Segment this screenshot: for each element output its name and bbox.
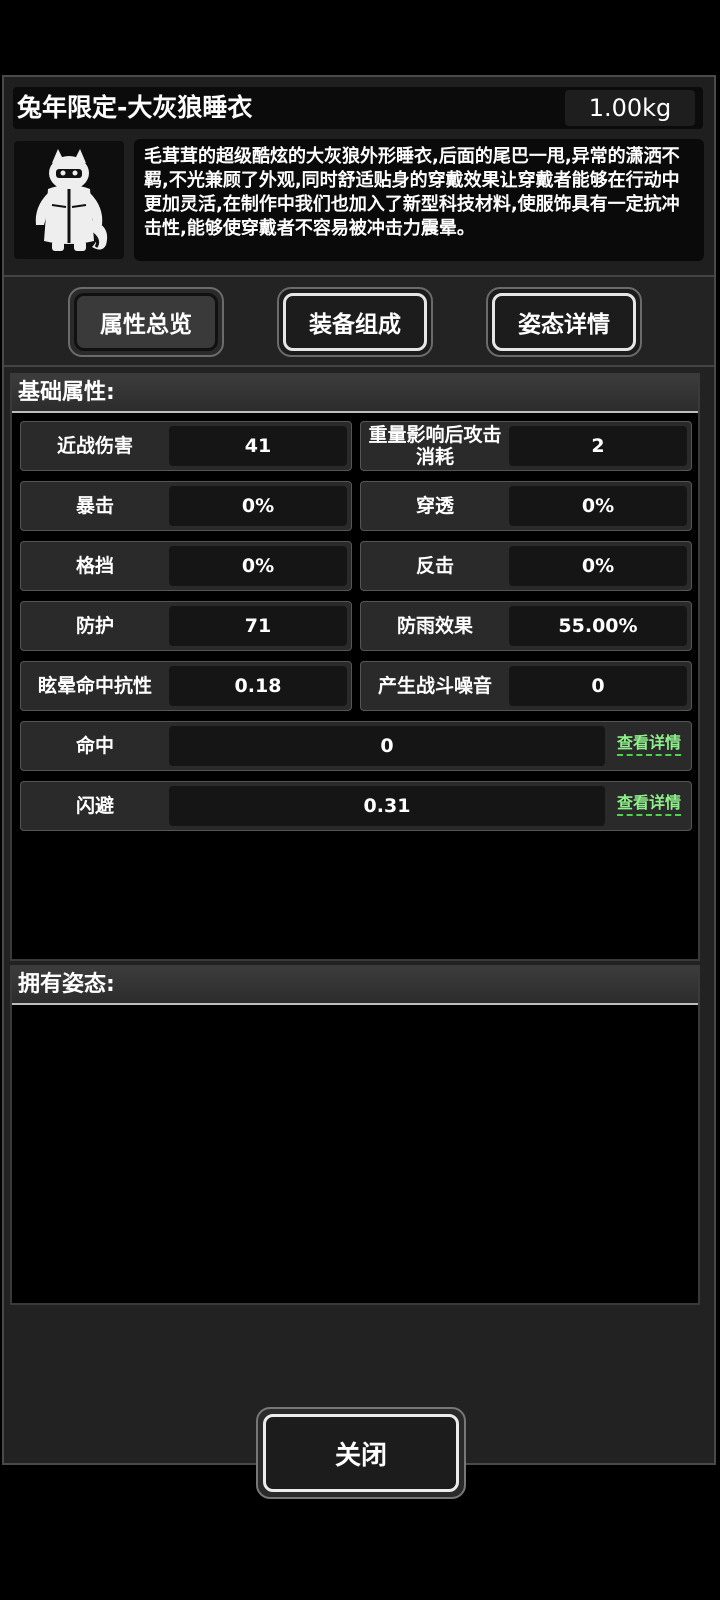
stat-counter: 反击 0% — [360, 541, 692, 591]
stances-section: 拥有姿态: — [10, 965, 700, 1305]
item-title: 兔年限定-大灰狼睡衣 — [17, 93, 253, 122]
tab-label: 装备组成 — [283, 293, 427, 351]
stat-value: 0.18 — [169, 666, 347, 706]
stat-value: 0% — [509, 486, 687, 526]
stat-block: 格挡 0% — [20, 541, 352, 591]
stat-label: 防护 — [75, 615, 114, 637]
stat-value: 0.31 — [169, 786, 605, 826]
stat-attack-cost: 重量影响后攻击消耗 2 — [360, 421, 692, 471]
stat-label: 重量影响后攻击消耗 — [368, 424, 502, 468]
stat-label: 眩晕命中抗性 — [37, 675, 152, 697]
stat-value: 0 — [169, 726, 605, 766]
basic-attributes-title: 基础属性: — [12, 375, 698, 413]
stat-label: 反击 — [415, 555, 454, 577]
stat-value: 0% — [169, 546, 347, 586]
stat-penetration: 穿透 0% — [360, 481, 692, 531]
stat-dodge: 闪避 0.31 查看详情 — [20, 781, 692, 831]
stat-label: 产生战斗噪音 — [377, 675, 492, 697]
stat-label: 近战伤害 — [56, 435, 133, 457]
stat-value: 55.00% — [509, 606, 687, 646]
close-button[interactable]: 关闭 — [256, 1407, 466, 1499]
tab-stance-details[interactable]: 姿态详情 — [486, 287, 642, 357]
item-description: 毛茸茸的超级酷炫的大灰狼外形睡衣,后面的尾巴一甩,异常的潇洒不羁,不光兼顾了外观… — [134, 139, 704, 261]
stat-value: 0% — [509, 546, 687, 586]
stat-label: 闪避 — [75, 795, 114, 817]
title-bar: 兔年限定-大灰狼睡衣 1.00kg — [13, 87, 703, 129]
stat-value: 0 — [509, 666, 687, 706]
wolf-pajamas-icon — [14, 141, 124, 259]
basic-attributes-section: 基础属性: 近战伤害 41 重量影响后攻击消耗 2 暴击 0% 穿透 0% 格挡… — [10, 373, 700, 961]
stat-label: 格挡 — [75, 555, 114, 577]
tab-bar: 属性总览 装备组成 姿态详情 — [4, 277, 714, 367]
stat-label: 防雨效果 — [396, 615, 473, 637]
stat-value: 2 — [509, 426, 687, 466]
stat-value: 0% — [169, 486, 347, 526]
dodge-details-link[interactable]: 查看详情 — [616, 792, 681, 816]
stat-melee-damage: 近战伤害 41 — [20, 421, 352, 471]
stat-protection: 防护 71 — [20, 601, 352, 651]
stat-accuracy: 命中 0 查看详情 — [20, 721, 692, 771]
item-weight: 1.00kg — [565, 90, 695, 126]
tab-attribute-overview[interactable]: 属性总览 — [68, 287, 224, 357]
tab-equipment-composition[interactable]: 装备组成 — [277, 287, 433, 357]
tab-label: 属性总览 — [74, 293, 218, 351]
stances-title: 拥有姿态: — [12, 967, 698, 1005]
stat-rain-protection: 防雨效果 55.00% — [360, 601, 692, 651]
stat-label: 暴击 — [75, 495, 114, 517]
stat-stun-resistance: 眩晕命中抗性 0.18 — [20, 661, 352, 711]
stat-label: 命中 — [75, 735, 114, 757]
stat-value: 41 — [169, 426, 347, 466]
accuracy-details-link[interactable]: 查看详情 — [616, 732, 681, 756]
stat-combat-noise: 产生战斗噪音 0 — [360, 661, 692, 711]
tab-label: 姿态详情 — [492, 293, 636, 351]
item-header: 兔年限定-大灰狼睡衣 1.00kg 毛茸茸的超级酷炫的大灰狼外形睡衣,后面的尾巴… — [4, 77, 714, 277]
stat-value: 71 — [169, 606, 347, 646]
stat-label: 穿透 — [415, 495, 454, 517]
stat-critical: 暴击 0% — [20, 481, 352, 531]
close-button-label: 关闭 — [263, 1414, 459, 1492]
item-detail-panel: 兔年限定-大灰狼睡衣 1.00kg 毛茸茸的超级酷炫的大灰狼外形睡衣,后面的尾巴… — [2, 75, 716, 1499]
